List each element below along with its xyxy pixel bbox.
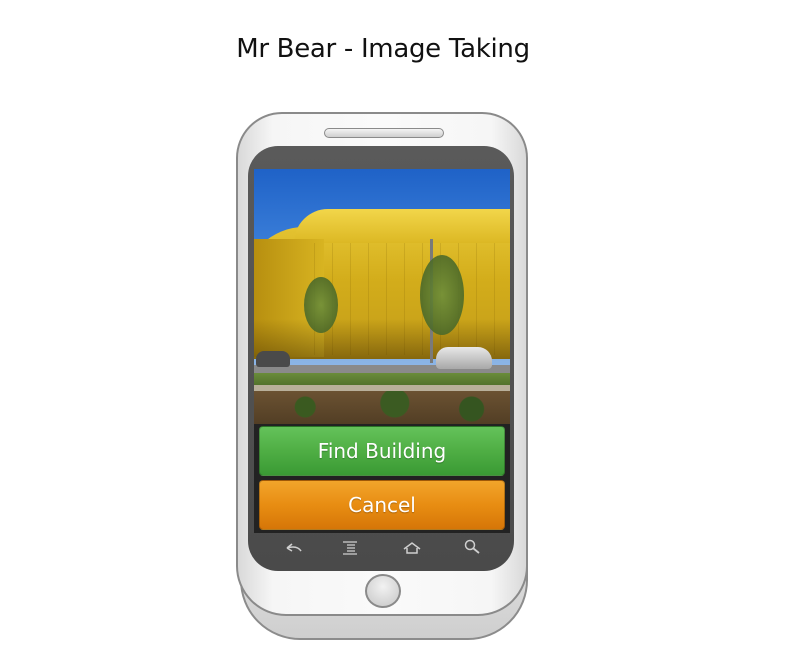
hardware-home-button[interactable] <box>365 574 401 608</box>
phone-screen: Find Building Cancel <box>254 169 510 533</box>
home-icon[interactable] <box>392 536 432 558</box>
search-icon[interactable] <box>452 536 492 558</box>
speaker-grille <box>324 128 444 138</box>
find-building-button[interactable]: Find Building <box>259 426 505 476</box>
page-title: Mr Bear - Image Taking <box>236 34 530 64</box>
back-icon[interactable] <box>274 536 314 558</box>
cancel-button[interactable]: Cancel <box>259 480 505 530</box>
android-navbar <box>254 536 510 560</box>
captured-building-photo <box>254 169 510 424</box>
menu-icon[interactable] <box>330 536 370 558</box>
